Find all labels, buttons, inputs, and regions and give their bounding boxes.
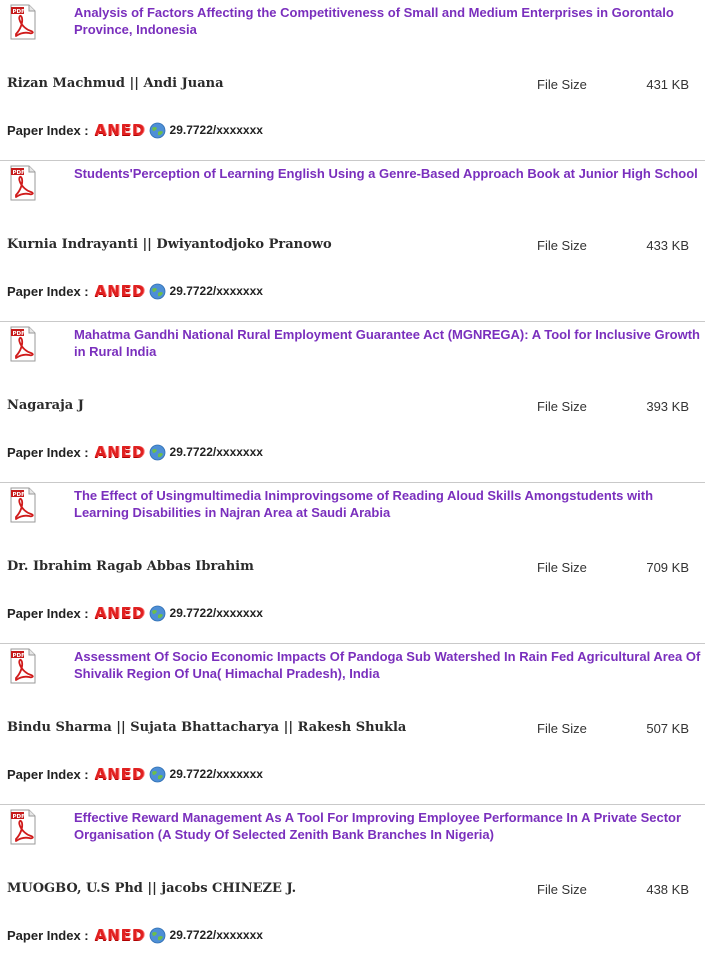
- file-size-value: 507 KB: [646, 721, 689, 736]
- paper-authors: MUOGBO, U.S Phd || jacobs CHINEZE J.: [7, 881, 297, 896]
- file-size-label: File Size: [537, 238, 587, 253]
- file-size-label: File Size: [537, 77, 587, 92]
- paper-entry: PDF Mahatma Gandhi National Rural Employ…: [0, 322, 705, 483]
- file-size-value: 709 KB: [646, 560, 689, 575]
- aned-logo: ANED: [94, 604, 146, 622]
- file-size-label: File Size: [537, 399, 587, 414]
- paper-index-row: Paper Index : ANED 29.7722/xxxxxxx: [7, 764, 263, 784]
- paper-index-row: Paper Index : ANED 29.7722/xxxxxxx: [7, 603, 263, 623]
- paper-index-row: Paper Index : ANED 29.7722/xxxxxxx: [7, 925, 263, 945]
- globe-icon: [149, 927, 166, 944]
- paper-authors: Rizan Machmud || Andi Juana: [7, 76, 224, 91]
- paper-index-label: Paper Index :: [7, 122, 89, 138]
- paper-doi[interactable]: 29.7722/xxxxxxx: [170, 445, 263, 459]
- paper-entry: PDF Analysis of Factors Affecting the Co…: [0, 0, 705, 161]
- paper-doi[interactable]: 29.7722/xxxxxxx: [170, 767, 263, 781]
- paper-doi[interactable]: 29.7722/xxxxxxx: [170, 123, 263, 137]
- paper-title-link[interactable]: Students'Perception of Learning English …: [74, 165, 704, 182]
- aned-logo: ANED: [94, 443, 146, 461]
- paper-index-label: Paper Index :: [7, 605, 89, 621]
- globe-icon: [149, 605, 166, 622]
- paper-authors: Dr. Ibrahim Ragab Abbas Ibrahim: [7, 559, 254, 574]
- paper-list: PDF Analysis of Factors Affecting the Co…: [0, 0, 705, 966]
- pdf-icon[interactable]: PDF: [10, 648, 36, 684]
- aned-logo: ANED: [94, 926, 146, 944]
- paper-index-row: Paper Index : ANED 29.7722/xxxxxxx: [7, 281, 263, 301]
- file-size-label: File Size: [537, 721, 587, 736]
- paper-index-row: Paper Index : ANED 29.7722/xxxxxxx: [7, 120, 263, 140]
- paper-doi[interactable]: 29.7722/xxxxxxx: [170, 606, 263, 620]
- paper-authors: Kurnia Indrayanti || Dwiyantodjoko Prano…: [7, 237, 332, 252]
- paper-entry: PDF Effective Reward Management As A Too…: [0, 805, 705, 966]
- aned-logo: ANED: [94, 121, 146, 139]
- paper-title-link[interactable]: Mahatma Gandhi National Rural Employment…: [74, 326, 704, 360]
- pdf-icon[interactable]: PDF: [10, 487, 36, 523]
- globe-icon: [149, 283, 166, 300]
- paper-entry: PDF Assessment Of Socio Economic Impacts…: [0, 644, 705, 805]
- paper-index-label: Paper Index :: [7, 766, 89, 782]
- paper-title-link[interactable]: Effective Reward Management As A Tool Fo…: [74, 809, 704, 843]
- globe-icon: [149, 766, 166, 783]
- aned-logo: ANED: [94, 765, 146, 783]
- paper-index-label: Paper Index :: [7, 927, 89, 943]
- file-size-value: 438 KB: [646, 882, 689, 897]
- pdf-icon[interactable]: PDF: [10, 4, 36, 40]
- svg-text:PDF: PDF: [13, 331, 26, 337]
- paper-authors: Nagaraja J: [7, 398, 84, 413]
- svg-text:PDF: PDF: [13, 653, 26, 659]
- pdf-icon[interactable]: PDF: [10, 809, 36, 845]
- file-size-label: File Size: [537, 882, 587, 897]
- svg-text:PDF: PDF: [13, 9, 26, 15]
- paper-entry: PDF Students'Perception of Learning Engl…: [0, 161, 705, 322]
- paper-title-link[interactable]: The Effect of Usingmultimedia Inimprovin…: [74, 487, 704, 521]
- paper-entry: PDF The Effect of Usingmultimedia Inimpr…: [0, 483, 705, 644]
- file-size-value: 393 KB: [646, 399, 689, 414]
- paper-doi[interactable]: 29.7722/xxxxxxx: [170, 284, 263, 298]
- file-size-label: File Size: [537, 560, 587, 575]
- paper-index-row: Paper Index : ANED 29.7722/xxxxxxx: [7, 442, 263, 462]
- paper-title-link[interactable]: Analysis of Factors Affecting the Compet…: [74, 4, 704, 38]
- svg-text:PDF: PDF: [13, 492, 26, 498]
- file-size-value: 431 KB: [646, 77, 689, 92]
- globe-icon: [149, 444, 166, 461]
- svg-text:PDF: PDF: [13, 170, 26, 176]
- pdf-icon[interactable]: PDF: [10, 326, 36, 362]
- paper-authors: Bindu Sharma || Sujata Bhattacharya || R…: [7, 720, 407, 735]
- pdf-icon[interactable]: PDF: [10, 165, 36, 201]
- paper-title-link[interactable]: Assessment Of Socio Economic Impacts Of …: [74, 648, 704, 682]
- paper-index-label: Paper Index :: [7, 283, 89, 299]
- paper-doi[interactable]: 29.7722/xxxxxxx: [170, 928, 263, 942]
- paper-index-label: Paper Index :: [7, 444, 89, 460]
- file-size-value: 433 KB: [646, 238, 689, 253]
- globe-icon: [149, 122, 166, 139]
- aned-logo: ANED: [94, 282, 146, 300]
- svg-text:PDF: PDF: [13, 814, 26, 820]
